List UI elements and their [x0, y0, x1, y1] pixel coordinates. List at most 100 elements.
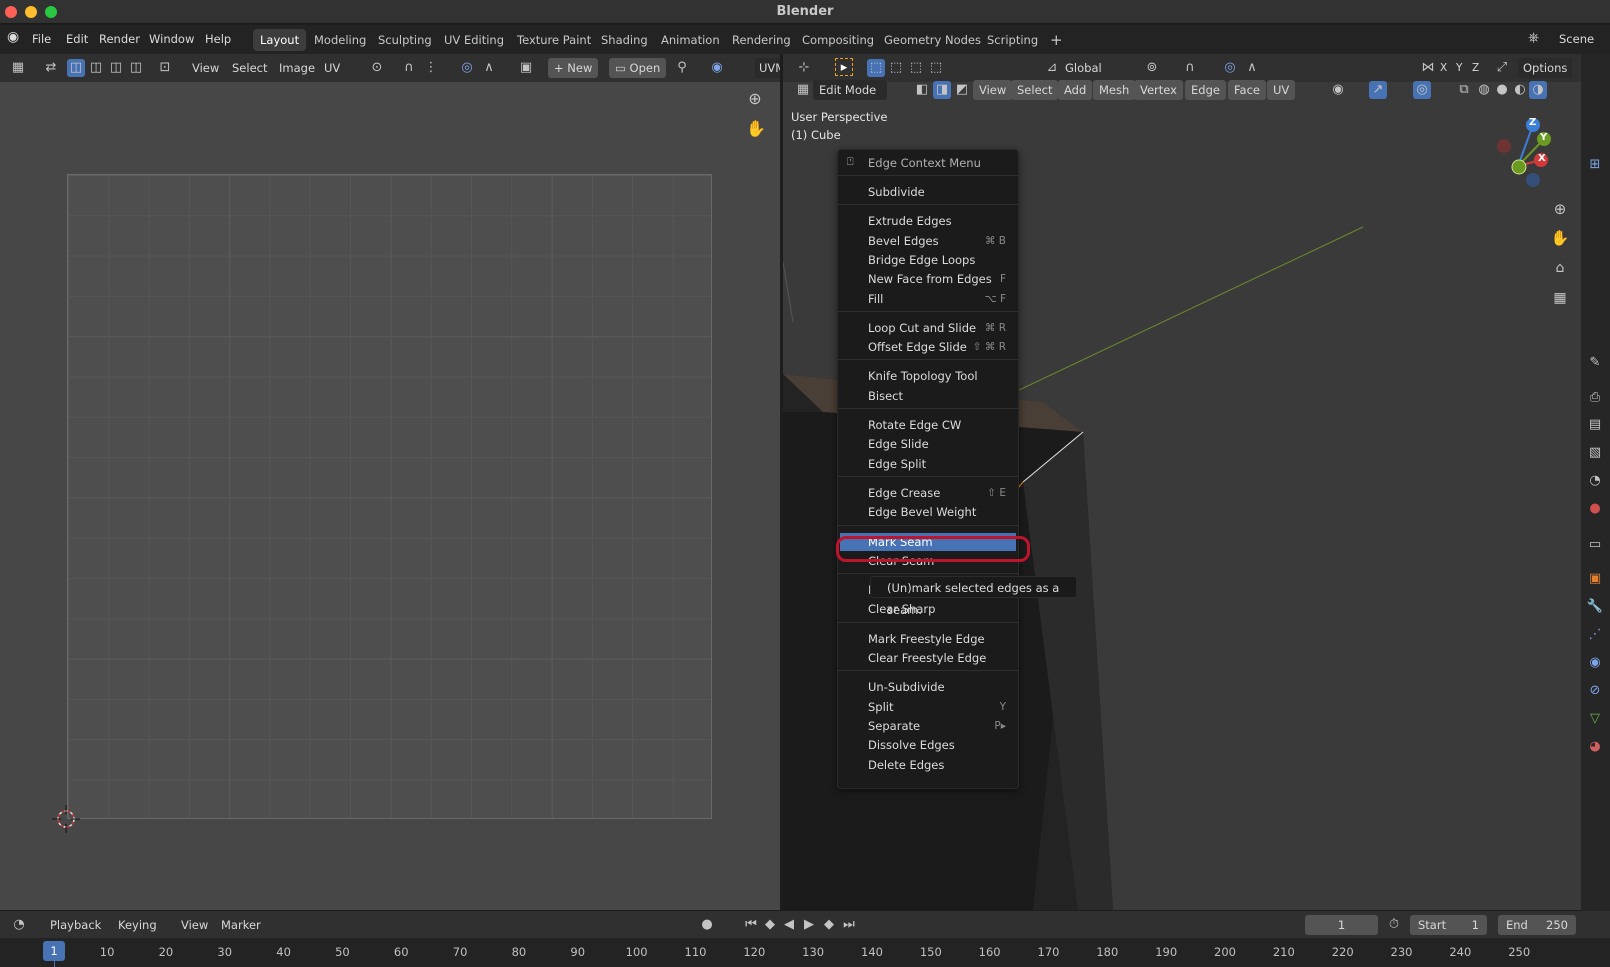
perspective-toggle-icon[interactable]: ▦ — [1548, 286, 1572, 310]
current-frame-marker[interactable]: 1 — [43, 941, 65, 961]
select-mode-invert-icon[interactable]: ⬚ — [927, 59, 945, 77]
jump-start-icon[interactable]: ⏮ — [742, 916, 760, 934]
end-frame-field[interactable]: End 250 — [1498, 915, 1576, 935]
face-mode-icon[interactable]: ◩ — [953, 81, 971, 99]
editor-type-icon[interactable]: ▦ — [9, 59, 27, 77]
menu-file[interactable]: File — [32, 32, 51, 46]
menu-item-mark-freestyle-edge[interactable]: Mark Freestyle Edge — [868, 630, 1016, 648]
overlay-icon[interactable]: ◉ — [708, 59, 726, 77]
auto-merge-icon[interactable]: ⤢ — [1493, 59, 1511, 77]
snap-icon[interactable]: ∩ — [1181, 59, 1199, 77]
select-box-tool-icon[interactable]: ▸ — [835, 58, 853, 76]
play-icon[interactable]: ▶ — [800, 916, 818, 934]
menu-item-bridge-edge-loops[interactable]: Bridge Edge Loops — [868, 251, 1016, 269]
rendered-shading-icon[interactable]: ◑ — [1529, 81, 1547, 99]
viewport-menu-face[interactable]: Face — [1228, 80, 1267, 100]
uv-menu-image[interactable]: Image — [279, 58, 315, 78]
tab-compositing[interactable]: Compositing — [795, 29, 881, 51]
new-image-button[interactable]: + New — [548, 58, 599, 78]
viewport-menu-select[interactable]: Select — [1011, 80, 1059, 100]
uv-menu-uv[interactable]: UV — [324, 58, 340, 78]
menu-item-un-subdivide[interactable]: Un-Subdivide — [868, 678, 1016, 696]
constraints-tab-icon[interactable]: ⊘ — [1586, 682, 1604, 700]
edge-select-icon[interactable]: ◫ — [87, 59, 105, 77]
collection-tab-icon[interactable]: ▭ — [1586, 536, 1604, 554]
menu-item-offset-edge-slide[interactable]: Offset Edge Slide ⇧ ⌘ R — [868, 338, 1016, 356]
mirror-axis-x[interactable]: X — [1440, 58, 1447, 78]
record-icon[interactable]: ● — [698, 916, 716, 934]
2d-cursor-icon[interactable] — [52, 805, 80, 833]
tab-uv-editing[interactable]: UV Editing — [437, 29, 511, 51]
jump-end-icon[interactable]: ⏭ — [840, 916, 858, 934]
select-mode-extend-icon[interactable]: ⬚ — [887, 59, 905, 77]
menu-pin-icon[interactable]: ⍞ — [847, 155, 854, 169]
select-mode-new-icon[interactable]: ⬚ — [867, 59, 885, 77]
pan-hand-icon[interactable]: ✋ — [746, 120, 766, 138]
navigation-gizmo[interactable]: Z X Y — [1482, 112, 1562, 192]
current-frame-field[interactable]: 1 — [1305, 915, 1378, 935]
zoom-icon[interactable]: ⊕ — [1548, 197, 1572, 221]
blender-logo-icon[interactable]: ◉ — [7, 29, 19, 45]
mode-icon[interactable]: ▦ — [794, 81, 812, 99]
material-shading-icon[interactable]: ◐ — [1511, 81, 1529, 99]
material-tab-icon[interactable]: ◕ — [1586, 738, 1604, 756]
timeline-menu-view[interactable]: View — [181, 915, 208, 935]
menu-item-fill[interactable]: Fill ⌥ F — [868, 290, 1016, 308]
snap-target-icon[interactable]: ⋮ — [422, 59, 440, 77]
modifier-tab-icon[interactable]: 🔧 — [1586, 598, 1604, 616]
menu-render[interactable]: Render — [99, 32, 140, 46]
solid-shading-icon[interactable]: ● — [1493, 81, 1511, 99]
mode-selector[interactable]: Edit Mode — [813, 80, 887, 100]
menu-item-separate[interactable]: Separate P▸ — [868, 717, 1016, 735]
viewport-menu-uv[interactable]: UV — [1267, 80, 1296, 100]
xray-icon[interactable]: ⧉ — [1455, 81, 1473, 99]
proportional-edit-icon[interactable]: ◎ — [1221, 59, 1239, 77]
menu-item-delete-edges[interactable]: Delete Edges — [868, 756, 1016, 774]
menu-item-subdivide[interactable]: Subdivide — [868, 183, 1016, 201]
viewport-menu-view[interactable]: View — [973, 80, 1013, 100]
output-tab-icon[interactable]: ▤ — [1586, 416, 1604, 434]
pivot-icon[interactable]: ⊙ — [368, 59, 386, 77]
open-image-button[interactable]: ▭ Open — [609, 58, 667, 78]
menu-item-rotate-edge-cw[interactable]: Rotate Edge CW — [868, 416, 1016, 434]
camera-view-icon[interactable]: ⌂ — [1548, 256, 1572, 280]
menu-item-extrude-edges[interactable]: Extrude Edges — [868, 212, 1016, 230]
sticky-select-icon[interactable]: ⊡ — [156, 59, 174, 77]
world-tab-icon[interactable]: ● — [1586, 500, 1604, 518]
uv-grid[interactable] — [67, 174, 712, 819]
editor-type-icon[interactable]: ⊹ — [795, 59, 813, 77]
vertex-mode-icon[interactable]: ◧ — [913, 81, 931, 99]
play-reverse-icon[interactable]: ◀ — [780, 916, 798, 934]
editor-type-icon[interactable]: ◔ — [10, 916, 28, 934]
particles-tab-icon[interactable]: ⋰ — [1586, 626, 1604, 644]
select-mode-subtract-icon[interactable]: ⬚ — [907, 59, 925, 77]
snap-icon[interactable]: ∩ — [400, 59, 418, 77]
uv-menu-view[interactable]: View — [192, 58, 219, 78]
data-tab-icon[interactable]: ▽ — [1586, 710, 1604, 728]
mirror-axis-z[interactable]: Z — [1472, 58, 1479, 78]
tab-shading[interactable]: Shading — [594, 29, 655, 51]
timeline-menu-keying[interactable]: Keying — [118, 915, 157, 935]
menu-item-edge-crease[interactable]: Edge Crease ⇧ E — [868, 484, 1016, 502]
menu-item-edge-bevel-weight[interactable]: Edge Bevel Weight — [868, 503, 1016, 521]
viewport-menu-vertex[interactable]: Vertex — [1134, 80, 1183, 100]
timeline-menu-marker[interactable]: Marker — [221, 915, 261, 935]
orientation-icon[interactable]: ⊿ — [1043, 59, 1061, 77]
zoom-icon[interactable]: ⊕ — [746, 90, 764, 108]
uv-menu-select[interactable]: Select — [232, 58, 267, 78]
prev-keyframe-icon[interactable]: ◆ — [761, 916, 779, 934]
viewport-menu-add[interactable]: Add — [1058, 80, 1093, 100]
proportional-edit-icon[interactable]: ◎ — [458, 59, 476, 77]
physics-tab-icon[interactable]: ◉ — [1586, 654, 1604, 672]
tab-animation[interactable]: Animation — [654, 29, 727, 51]
add-workspace-button[interactable]: + — [1043, 29, 1070, 51]
tool-tab-icon[interactable]: ⊞ — [1586, 156, 1604, 174]
pan-hand-icon[interactable]: ✋ — [1548, 226, 1572, 250]
menu-item-loop-cut-and-slide[interactable]: Loop Cut and Slide ⌘ R — [868, 319, 1016, 337]
visibility-icon[interactable]: ◉ — [1329, 81, 1347, 99]
pin-icon[interactable]: ⚲ — [673, 59, 691, 77]
overlays-icon[interactable]: ◎ — [1413, 81, 1431, 99]
menu-item-clear-freestyle-edge[interactable]: Clear Freestyle Edge — [868, 649, 1016, 667]
next-keyframe-icon[interactable]: ◆ — [820, 916, 838, 934]
image-browse-icon[interactable]: ▣ — [517, 59, 535, 77]
